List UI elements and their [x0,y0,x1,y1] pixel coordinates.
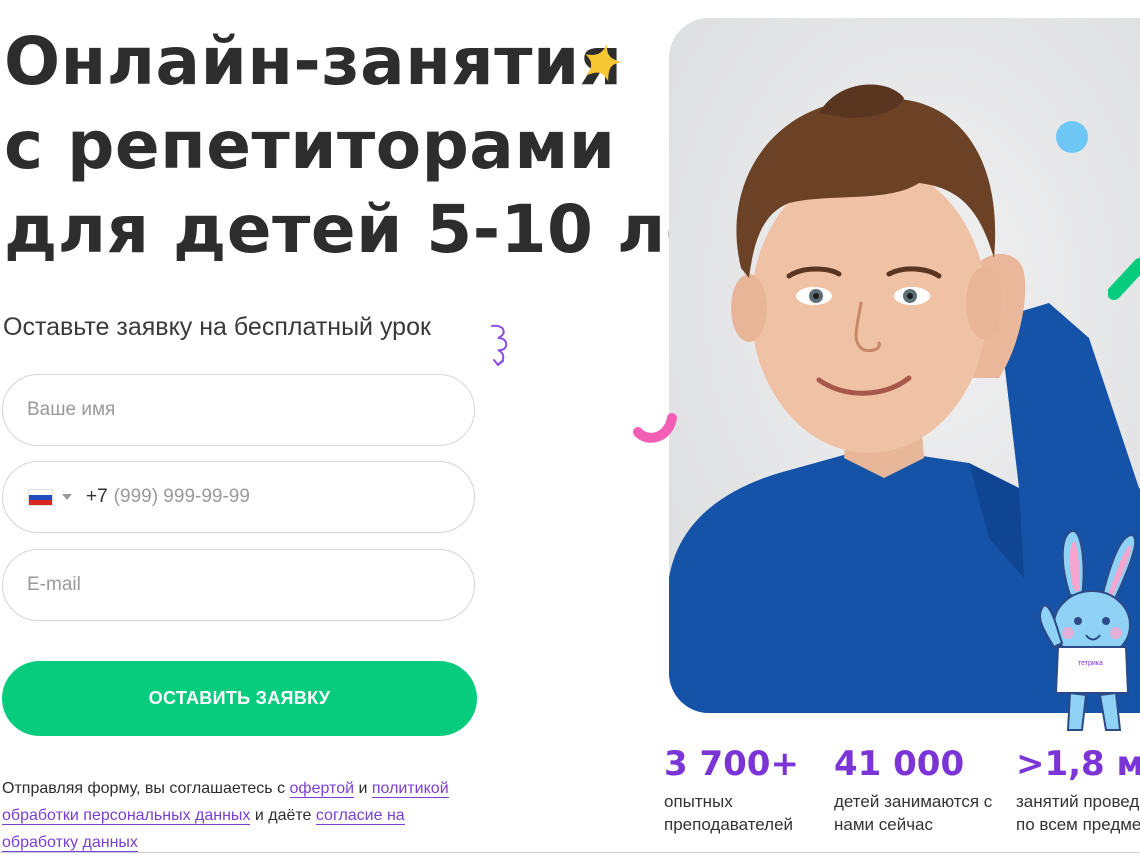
star-decoration-icon [585,44,623,82]
form-subtitle: Оставьте заявку на бесплатный урок [3,313,431,341]
email-field[interactable] [2,549,475,621]
stat-students-label: детей занимаются с нами сейчас [834,792,993,834]
stat-teachers-value: 3 700+ [664,744,799,784]
chevron-down-icon[interactable] [62,494,72,500]
email-input[interactable] [3,574,474,596]
bunny-mascot: тетрика [1038,530,1137,731]
stat-teachers: 3 700+ опытных преподавателей [664,742,824,836]
hero-title: Онлайн-занятия с репетиторами для детей … [4,20,750,272]
hero-title-line-3: для детей 5-10 лет [4,191,750,268]
hero-title-line-2: с репетиторами [4,107,616,184]
stat-lessons: >1,8 млн занятий проведено по всем предм… [1016,742,1140,855]
stat-lessons-value: >1,8 млн [1016,744,1140,784]
russia-flag-icon[interactable] [28,488,53,506]
section-divider [0,852,1140,853]
offer-link[interactable]: офертой [289,780,355,798]
phone-country-code: +7 [86,486,108,507]
green-stroke-decoration-icon [1108,258,1140,300]
phone-input[interactable] [107,486,474,508]
blue-dot-decoration-icon [1056,121,1088,153]
stat-students-value: 41 000 [834,744,965,784]
name-field[interactable] [2,374,475,446]
curly-arrow-icon [491,324,508,367]
stat-teachers-label: опытных преподавателей [664,792,794,834]
hero-title-line-1: Онлайн-занятия [4,23,623,100]
name-input[interactable] [3,399,474,421]
submit-request-button[interactable]: ОСТАВИТЬ ЗАЯВКУ [2,661,477,736]
pink-curve-decoration-icon [633,413,677,443]
phone-field[interactable]: +7 [2,461,475,533]
stat-students: 41 000 детей занимаются с нами сейчас [834,742,1004,836]
consent-text-part-2: и [354,780,372,797]
stat-lessons-label: занятий проведено по всем предметам [1016,792,1140,834]
consent-text-part-1: Отправляя форму, вы соглашаетесь с [2,780,290,797]
consent-text-part-3: и даёте [250,807,316,824]
consent-text: Отправляя форму, вы соглашаетесь с оферт… [2,775,472,856]
bunny-shirt-text: тетрика [1078,660,1103,667]
